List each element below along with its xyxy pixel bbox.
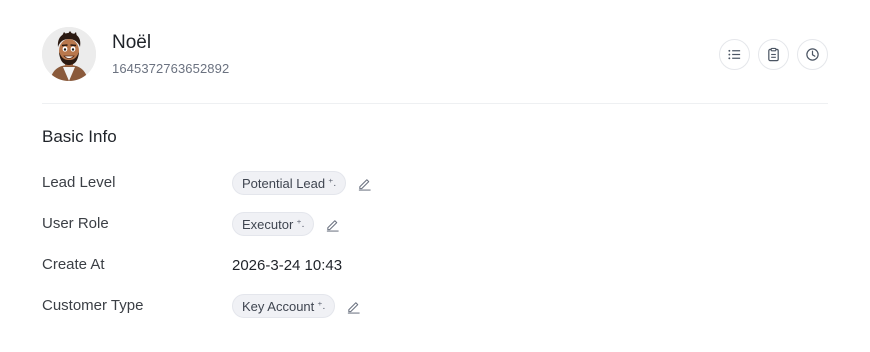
lead-level-tag[interactable]: Potential Lead ⁺.: [232, 171, 347, 195]
clock-button[interactable]: [797, 39, 828, 70]
edit-user-role-button[interactable]: [325, 217, 340, 232]
field-create-at: Create At 2026-3-24 10:43: [42, 252, 642, 278]
profile-name: Noël: [112, 32, 152, 53]
edit-customer-type-button[interactable]: [346, 299, 361, 314]
pencil-icon: [359, 178, 371, 191]
list-button[interactable]: [719, 39, 750, 70]
sparkle-icon: ⁺.: [328, 177, 337, 189]
field-label: User Role: [42, 215, 109, 232]
clock-icon: [806, 48, 819, 61]
clipboard-button[interactable]: [758, 39, 789, 70]
tag-text: Key Account: [242, 298, 315, 314]
field-lead-level: Lead Level Potential Lead ⁺.: [42, 170, 642, 196]
field-label: Lead Level: [42, 174, 116, 191]
header-actions: [719, 39, 828, 70]
customer-type-tag[interactable]: Key Account ⁺.: [232, 294, 336, 318]
field-customer-type: Customer Type Key Account ⁺.: [42, 293, 642, 319]
field-label: Create At: [42, 256, 105, 273]
avatar-illustration: [42, 27, 96, 81]
profile-id: 1645372763652892: [112, 61, 230, 76]
field-label: Customer Type: [42, 297, 144, 314]
list-icon: [728, 49, 741, 60]
pencil-icon: [327, 219, 339, 232]
header-divider: [42, 103, 828, 104]
field-user-role: User Role Executor ⁺.: [42, 211, 642, 237]
tag-text: Executor: [242, 216, 294, 232]
edit-lead-level-button[interactable]: [357, 176, 372, 191]
section-title: Basic Info: [42, 127, 117, 146]
sparkle-icon: ⁺.: [317, 300, 326, 312]
avatar[interactable]: [42, 27, 96, 81]
profile-header: Noël 1645372763652892: [42, 27, 828, 83]
user-role-tag[interactable]: Executor ⁺.: [232, 212, 315, 236]
clipboard-icon: [768, 47, 779, 62]
sparkle-icon: ⁺.: [296, 218, 305, 230]
pencil-icon: [348, 301, 360, 314]
tag-text: Potential Lead: [242, 175, 326, 191]
create-at-value: 2026-3-24 10:43: [232, 256, 343, 274]
